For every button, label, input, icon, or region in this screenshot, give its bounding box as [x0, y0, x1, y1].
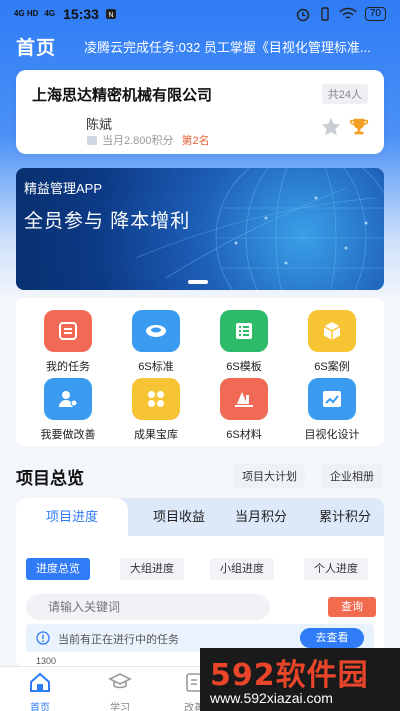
feature-my-tasks[interactable]: 我的任务 [28, 310, 108, 374]
feature-label: 6S模板 [226, 361, 262, 373]
watermark-url: www.592xiazai.com [210, 690, 333, 706]
feature-results-library[interactable]: 成果宝库 [116, 378, 196, 442]
banner-slogan: 全员参与 降本增利 [24, 211, 191, 232]
cube-icon [308, 310, 356, 352]
tape-measure-icon [132, 310, 180, 352]
wifi-icon [339, 7, 357, 19]
status-bar: 4G HD 4G 15:33 N 70 [0, 0, 400, 28]
tab-monthly-points[interactable]: 当月积分 [216, 498, 306, 536]
tabbar-study[interactable]: 学习 [90, 671, 150, 711]
overview-panel: 项目进度 项目收益 当月积分 累计积分 进度总览 大组进度 小组进度 个人进度 … [16, 498, 384, 668]
banner-app-name: 精益管理APP [24, 181, 103, 196]
promo-banner[interactable]: 精益管理APP 全员参与 降本增利 [16, 168, 384, 290]
star-icon[interactable] [320, 116, 342, 138]
signal-indicator-2: 4G [44, 9, 56, 18]
trend-chart-icon [308, 378, 356, 420]
status-time: 15:33 [63, 6, 99, 22]
points-row: 当月2.800积分 第2名 [86, 132, 210, 148]
feature-improvement[interactable]: 我要做改善 [28, 378, 108, 442]
feature-6s-materials[interactable]: 6S材料 [204, 378, 284, 442]
overview-tabs: 项目进度 项目收益 当月积分 累计积分 [16, 498, 384, 536]
keyword-search-input[interactable] [26, 594, 270, 620]
tabbar-label: 学习 [110, 703, 130, 711]
home-icon [30, 672, 50, 692]
feature-6s-cases[interactable]: 6S案例 [292, 310, 372, 374]
trophy-icon[interactable] [348, 116, 370, 138]
company-card[interactable]: 上海思达精密机械有限公司 共24人 陈斌 当月2.800积分 第2名 [16, 70, 384, 154]
tab-total-points[interactable]: 累计积分 [300, 498, 384, 536]
overview-title: 项目总览 [16, 469, 84, 488]
feature-6s-standard[interactable]: 6S标准 [116, 310, 196, 374]
template-grid-icon [220, 310, 268, 352]
feature-label: 目视化设计 [304, 429, 360, 441]
query-button[interactable]: 查询 [328, 597, 376, 617]
info-icon [36, 631, 50, 645]
monthly-points: 当月2.800积分 [102, 135, 174, 147]
feature-label: 成果宝库 [134, 429, 178, 441]
feature-label: 6S材料 [226, 429, 262, 441]
notice-text: 当前有正在进行中的任务 [58, 634, 179, 646]
pill-personal-progress[interactable]: 个人进度 [304, 558, 368, 580]
tabbar-label: 首页 [30, 703, 50, 711]
book-stack-icon [220, 378, 268, 420]
svg-text:N: N [108, 12, 113, 19]
company-name: 上海思达精密机械有限公司 [32, 87, 213, 104]
feature-label: 我要做改善 [40, 429, 96, 441]
top-nav: 首页 凌腾云完成任务:032 员工掌握《目视化管理标准... [0, 30, 400, 62]
watermark-brand: 592软件园 [210, 658, 369, 693]
site-watermark: 592软件园 www.592xiazai.com [200, 648, 400, 711]
user-name: 陈斌 [86, 117, 113, 132]
coin-icon [87, 136, 97, 145]
vibrate-icon [321, 7, 329, 21]
tab-project-revenue[interactable]: 项目收益 [134, 498, 224, 536]
feature-grid: 我的任务 6S标准 6S模板 6S案例 我要做改善 成果宝库 6S材料 目视化设… [16, 298, 384, 446]
graduation-cap-icon [108, 673, 132, 689]
tabbar-home[interactable]: 首页 [10, 671, 70, 711]
feature-visual-design[interactable]: 目视化设计 [292, 378, 372, 442]
chart-y-tick: 1300 [36, 656, 57, 666]
alarm-icon [296, 8, 310, 22]
battery-indicator: 70 [364, 7, 386, 21]
carousel-indicator [188, 280, 208, 284]
notification-icon: N [105, 9, 116, 19]
user-edit-icon [44, 378, 92, 420]
tab-project-progress[interactable]: 项目进度 [16, 498, 128, 536]
project-plan-link[interactable]: 项目大计划 [234, 464, 305, 488]
four-dots-icon [132, 378, 180, 420]
task-marquee[interactable]: 凌腾云完成任务:032 员工掌握《目视化管理标准... [84, 37, 374, 56]
feature-6s-template[interactable]: 6S模板 [204, 310, 284, 374]
task-list-icon [44, 310, 92, 352]
pill-progress-overview[interactable]: 进度总览 [26, 558, 90, 580]
feature-label: 我的任务 [46, 361, 90, 373]
feature-label: 6S标准 [138, 361, 174, 373]
member-count-badge: 共24人 [321, 84, 368, 104]
page-title: 首页 [16, 37, 57, 59]
company-album-link[interactable]: 企业相册 [322, 464, 382, 488]
pill-group-progress[interactable]: 大组进度 [120, 558, 184, 580]
view-tasks-button[interactable]: 去查看 [300, 628, 364, 648]
rank-text: 第2名 [181, 135, 210, 147]
signal-indicator-1: 4G HD [14, 9, 39, 18]
feature-label: 6S案例 [314, 361, 350, 373]
pill-team-progress[interactable]: 小组进度 [210, 558, 274, 580]
